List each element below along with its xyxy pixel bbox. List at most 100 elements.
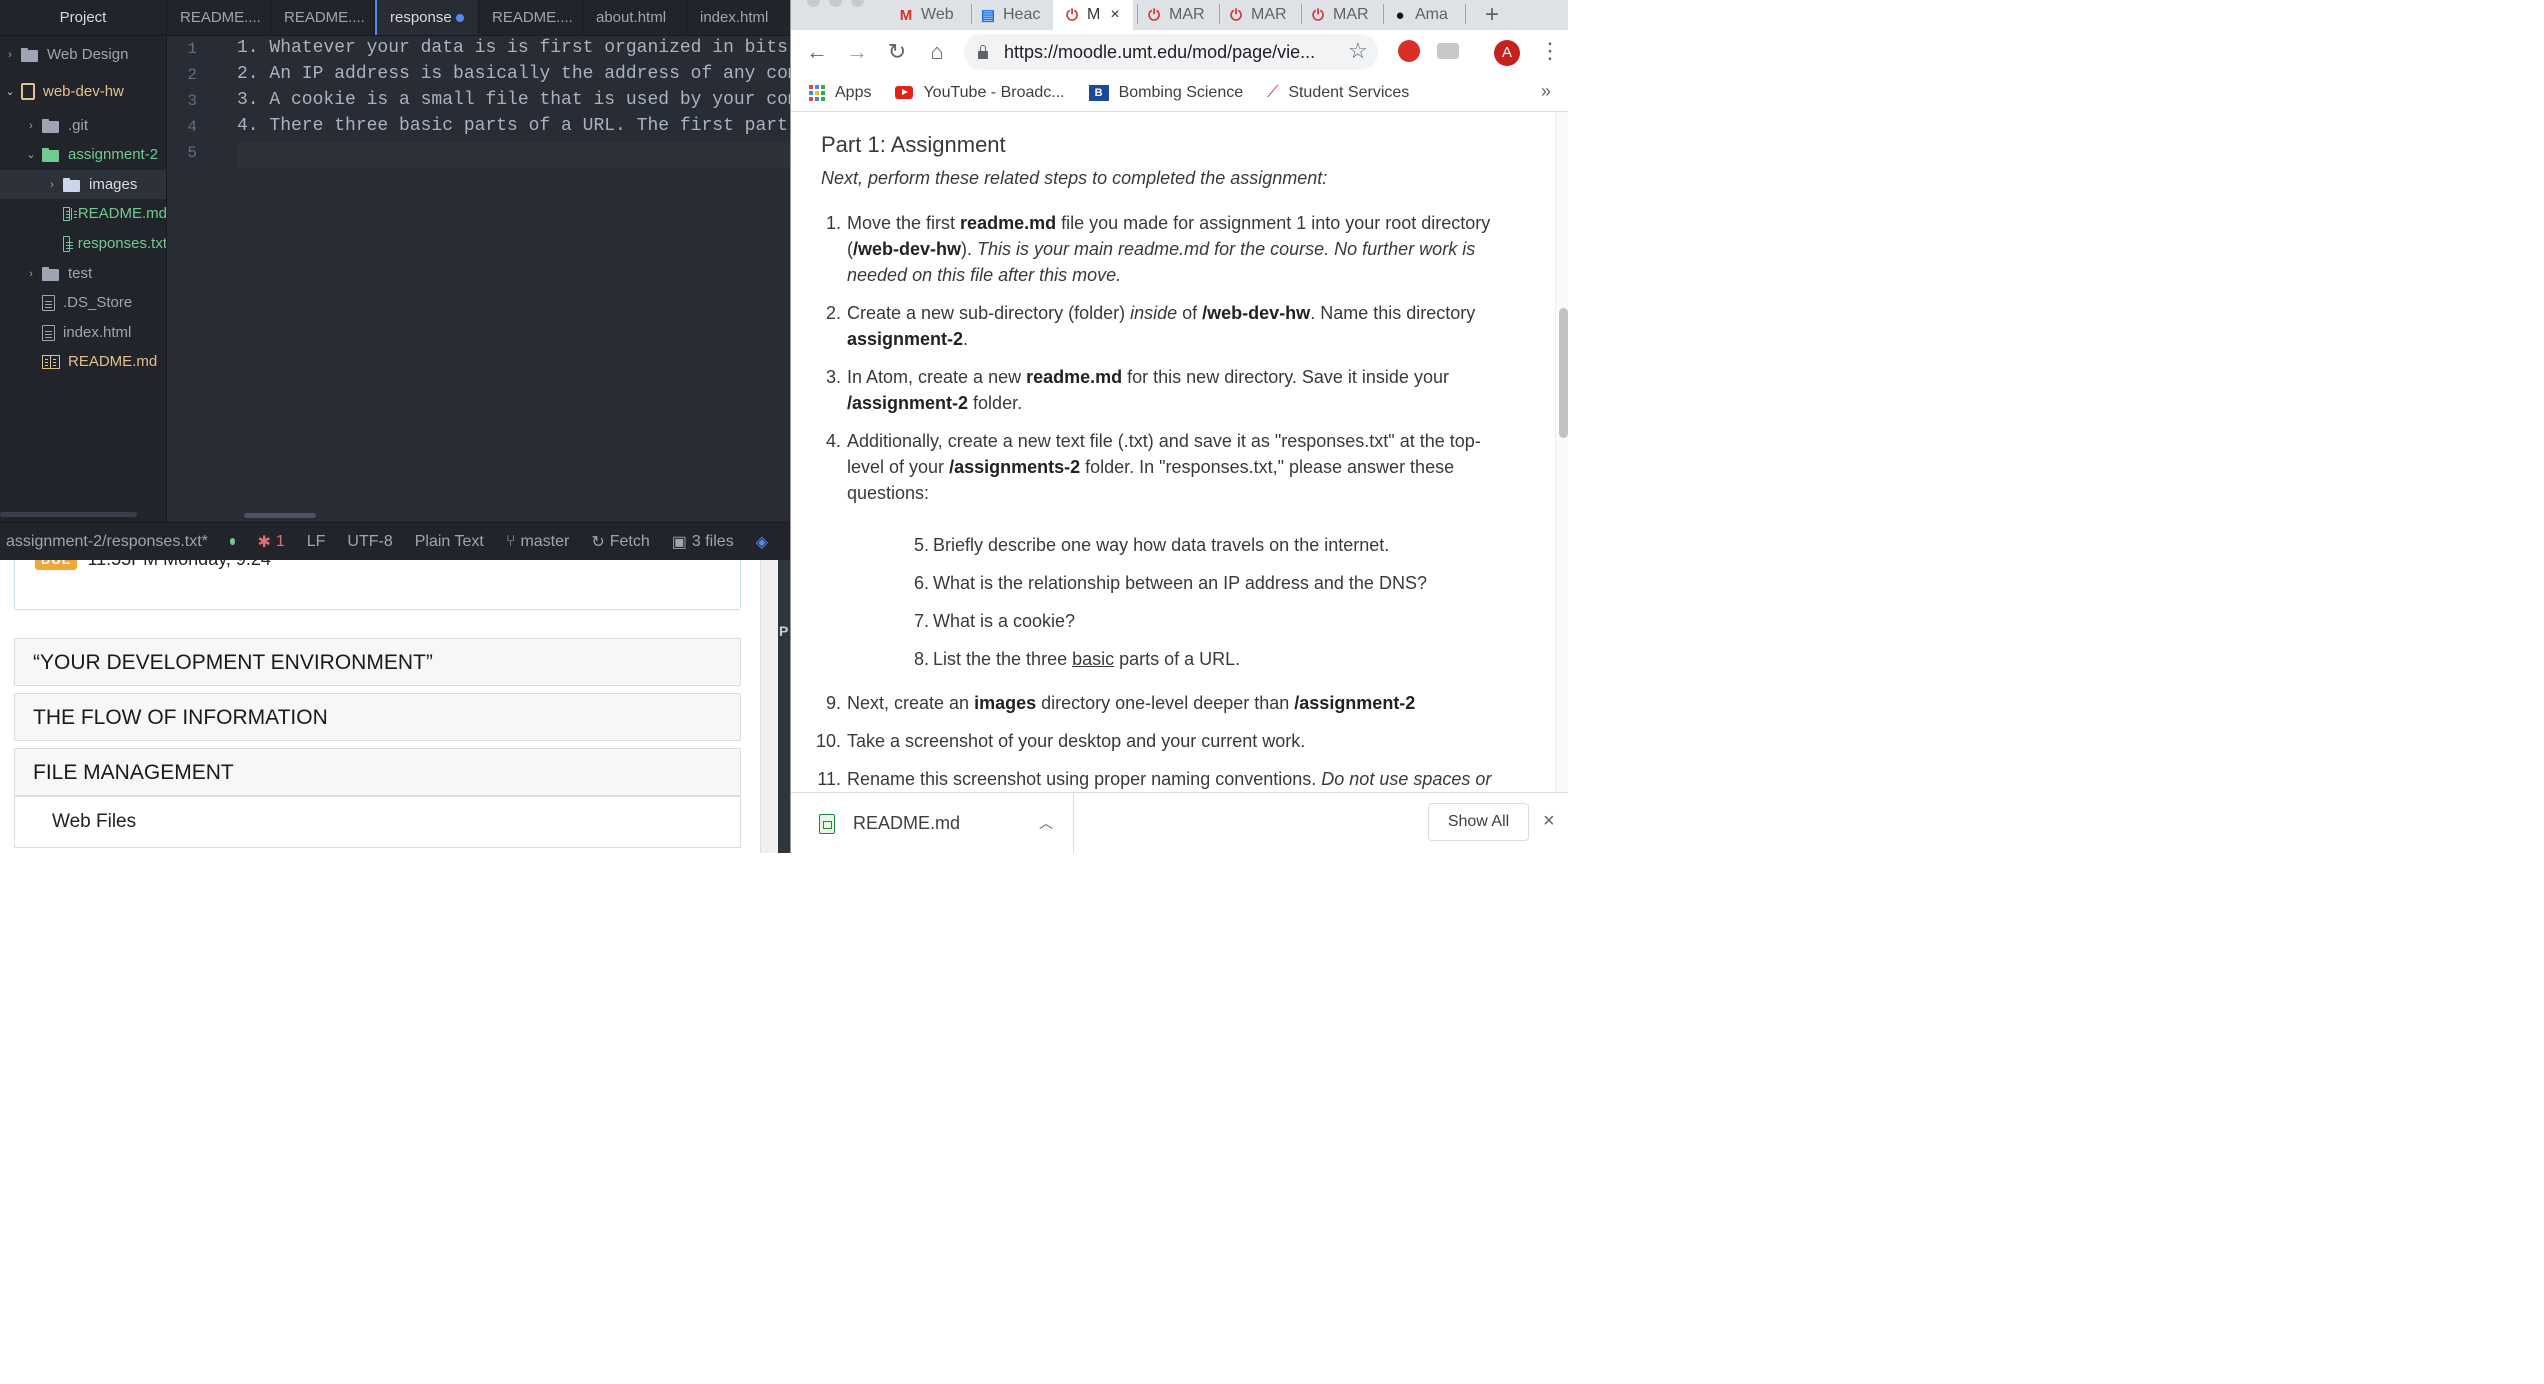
chrome-tab-head[interactable]: ▤ Heac [979,0,1051,30]
download-item[interactable]: README.md ︿ [791,793,1074,853]
tree-item-web-dev-hw[interactable]: ⌄ web-dev-hw [0,77,166,106]
bookmarks-overflow-button[interactable]: » [1541,81,1551,102]
tree-item-responses[interactable]: responses.txt [0,229,166,258]
status-line-ending[interactable]: LF [307,533,326,551]
tree-item-readme-assignment[interactable]: README.md [0,199,166,228]
tree-horizontal-scrollbar[interactable] [0,512,137,517]
editor-horizontal-scrollbar[interactable] [244,513,316,518]
forward-icon[interactable]: → [843,38,871,66]
files-count: 3 files [691,532,734,550]
tab-responses[interactable]: response [375,0,479,35]
status-grammar[interactable]: Plain Text [415,533,484,551]
text-run: . Name this directory [1310,303,1476,323]
tab-separator [1137,4,1138,24]
tree-item-test[interactable]: › test [0,259,166,288]
tab-readme-1[interactable]: README.... [167,0,271,35]
text-run: directory one-level deeper than [1036,693,1295,713]
reload-icon[interactable]: ↻ [883,38,911,66]
page-scrollbar-track[interactable] [1555,112,1568,792]
close-window-button[interactable] [807,0,820,7]
close-icon[interactable]: × [1543,810,1555,833]
question-text: Briefly describe one way how data travel… [933,535,1389,555]
section-development-environment[interactable]: “YOUR DEVELOPMENT ENVIRONMENT” [14,638,741,686]
list-item-text: Take a screenshot of your desktop and yo… [847,731,1305,751]
chevron-right-icon: › [50,178,54,191]
tree-item-readme-root[interactable]: README.md [0,347,166,376]
book-icon [63,206,72,221]
tab-index-html[interactable]: index.html [687,0,790,35]
tree-item-git[interactable]: › .git [0,111,166,140]
status-branch[interactable]: ⑂ master [506,533,570,551]
list-item-text: Move the first readme.md file you made f… [847,213,1490,285]
tab-separator [1465,4,1466,24]
zoom-window-button[interactable] [851,0,864,7]
tree-item-web-design[interactable]: › Web Design [0,40,166,69]
status-file-path[interactable]: assignment-2/responses.txt* [6,533,208,551]
chevron-up-icon[interactable]: ︿ [1039,813,1053,833]
chrome-tab-ama[interactable]: ● Ama [1391,0,1461,30]
text-editor[interactable]: 1 2 3 4 5 1. Whatever your data is is fi… [167,36,790,522]
bookmark-student-services[interactable]: ⟋ Student Services [1267,84,1409,102]
bookmark-bombing-science[interactable]: B Bombing Science [1088,84,1243,102]
address-bar[interactable]: https://moodle.umt.edu/mod/page/vie... [964,34,1378,70]
tab-about-html[interactable]: about.html [583,0,687,35]
chrome-menu-icon[interactable]: ⋮ [1539,38,1561,64]
code-line[interactable]: 1. Whatever your data is is first organi… [237,38,790,58]
bookmark-star-icon[interactable]: ☆ [1348,38,1368,64]
code-line[interactable]: 3. A cookie is a small file that is used… [237,90,790,110]
modified-dot-icon [456,14,464,22]
chrome-tab-active[interactable]: ⏻ M × [1053,0,1133,30]
text-run: Do not use spaces or [1321,769,1492,789]
list-item: 2. Create a new sub-directory (folder) i… [826,300,1507,352]
list-number: 1. [825,213,841,233]
chrome-tab-label: MAR [1251,6,1287,23]
chrome-toolbar: ← → ↻ ⌂ https://moodle.umt.edu/mod/page/… [791,30,1568,74]
package-icon[interactable]: ◈ [756,532,768,552]
page-scrollbar-thumb[interactable] [1559,308,1568,438]
status-issues[interactable]: ✱ 1 [257,532,284,552]
minimize-window-button[interactable] [829,0,842,7]
chrome-tab-mar-1[interactable]: ⏻ MAR [1145,0,1215,30]
tree-item-ds-store[interactable]: .DS_Store [0,288,166,317]
bombing-science-icon: B [1088,84,1109,101]
close-tab-button[interactable]: × [1110,6,1119,24]
question-item: 8. List the the three basic parts of a U… [914,646,1240,672]
show-all-button[interactable]: Show All [1428,803,1529,841]
branch-name: master [520,532,570,550]
status-files[interactable]: ▣ 3 files [672,532,734,552]
new-tab-button[interactable]: + [1485,0,1509,30]
profile-avatar[interactable]: A [1494,40,1520,66]
text-run: /assignments-2 [949,457,1081,477]
tab-readme-2[interactable]: README.... [271,0,375,35]
tree-item-images[interactable]: › images [0,170,166,199]
chrome-tab-mar-2[interactable]: ⏻ MAR [1227,0,1297,30]
bookmark-apps[interactable]: Apps [809,84,871,102]
text-run: ). [961,239,978,259]
book-icon [42,354,60,369]
status-encoding[interactable]: UTF-8 [347,533,392,551]
code-line[interactable]: 4. There three basic parts of a URL. The… [237,116,790,136]
section-flow-of-information[interactable]: THE FLOW OF INFORMATION [14,693,741,741]
subsection-web-files[interactable]: Web Files [14,796,741,848]
repo-icon [21,83,35,100]
chevron-right-icon: › [29,267,33,280]
css-extension-icon[interactable] [1437,43,1459,59]
chrome-tab-mar-3[interactable]: ⏻ MAR [1309,0,1379,30]
tree-item-index-html[interactable]: index.html [0,318,166,347]
status-fetch[interactable]: ↻ Fetch [591,532,649,552]
bookmark-youtube[interactable]: YouTube - Broadc... [895,84,1065,102]
section-file-management[interactable]: FILE MANAGEMENT [14,748,741,796]
question-item: 7. What is a cookie? [914,608,1075,634]
youtube-icon [895,86,914,99]
list-item: 10. Take a screenshot of your desktop an… [816,728,1507,754]
list-item-text: Create a new sub-directory (folder) insi… [847,303,1475,349]
tree-item-assignment-2[interactable]: ⌄ assignment-2 [0,140,166,169]
code-line[interactable]: 2. An IP address is basically the addres… [237,64,790,84]
download-shelf: README.md ︿ Show All × [791,792,1568,853]
adblock-extension-icon[interactable] [1398,40,1420,62]
tab-readme-3[interactable]: README.... [479,0,583,35]
back-icon[interactable]: ← [803,38,831,66]
home-icon[interactable]: ⌂ [923,38,951,66]
chrome-tab-web[interactable]: M Web [897,0,969,30]
power-icon: ⏻ [1230,6,1242,24]
